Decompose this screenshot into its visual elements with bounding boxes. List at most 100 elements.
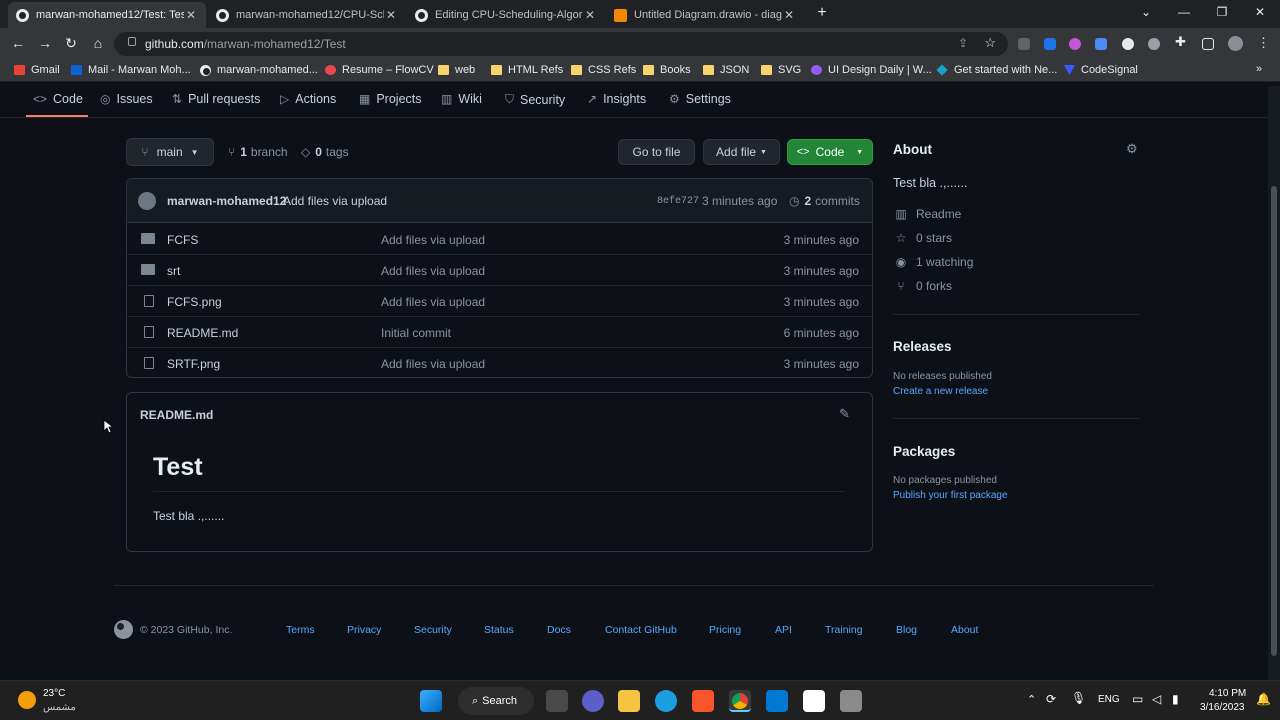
publish-package-link[interactable]: Publish your first package [893, 490, 1008, 501]
tab-projects[interactable]: ▦ Projects [359, 92, 422, 106]
scrollbar-thumb[interactable] [1271, 186, 1277, 656]
close-icon[interactable]: ✕ [384, 8, 398, 22]
bookmark-mail[interactable]: Mail - Marwan Moh... [71, 64, 191, 76]
tab-code[interactable]: <> Code [33, 92, 83, 106]
extension-icon[interactable] [1018, 38, 1030, 50]
github-logo-icon[interactable] [114, 620, 133, 639]
file-commit-message[interactable]: Initial commit [381, 326, 451, 340]
maximize-button[interactable]: ❐ [1212, 5, 1232, 19]
file-commit-message[interactable]: Add files via upload [381, 264, 485, 278]
bookmark-star-icon[interactable]: ☆ [984, 35, 996, 51]
new-tab-button[interactable]: + [812, 4, 832, 22]
minimize-button[interactable]: — [1174, 5, 1194, 19]
table-row[interactable]: srt Add files via upload 3 minutes ago [127, 255, 872, 286]
bookmark-folder-svg[interactable]: SVG [761, 64, 801, 76]
browser-tab-3[interactable]: Editing CPU-Scheduling-Algorith ✕ [407, 2, 605, 28]
file-name[interactable]: SRTF.png [167, 357, 220, 371]
home-icon[interactable]: ⌂ [89, 35, 107, 51]
extension-icon[interactable] [1148, 38, 1160, 50]
footer-link-privacy[interactable]: Privacy [347, 624, 381, 636]
translate-icon[interactable] [1095, 38, 1107, 50]
tab-issues[interactable]: ◎ Issues [100, 92, 153, 106]
packages-title[interactable]: Packages [893, 444, 955, 459]
footer-link-training[interactable]: Training [825, 624, 863, 636]
more-bookmarks-icon[interactable]: » [1256, 63, 1262, 75]
gear-icon[interactable]: ⚙ [1126, 141, 1138, 157]
code-button[interactable]: <> Code ▼ [787, 139, 873, 165]
branches-link[interactable]: ⑂ 1 branch [228, 145, 288, 159]
tab-actions[interactable]: ▷ Actions [280, 92, 336, 106]
clock-time[interactable]: 4:10 PM [1209, 688, 1246, 699]
commit-author[interactable]: marwan-mohamed12 [167, 194, 286, 208]
table-row[interactable]: FCFS Add files via upload 3 minutes ago [127, 224, 872, 255]
file-name[interactable]: README.md [167, 326, 238, 340]
chevron-up-icon[interactable]: ⌃ [1027, 693, 1036, 706]
share-icon[interactable]: ⇪ [958, 36, 968, 50]
language-indicator[interactable]: ENG [1098, 694, 1120, 705]
readme-link[interactable]: ▥ Readme [893, 207, 961, 221]
vscode-icon[interactable] [766, 690, 788, 712]
reload-icon[interactable]: ↻ [62, 35, 80, 52]
forward-icon[interactable]: → [36, 35, 54, 51]
address-bar[interactable]: github.com/marwan-mohamed12/Test ⇪ ☆ [114, 32, 1008, 56]
tags-link[interactable]: ◇ 0 tags [301, 145, 349, 159]
tab-settings[interactable]: ⚙ Settings [669, 92, 731, 106]
table-row[interactable]: README.md Initial commit 6 minutes ago [127, 317, 872, 348]
table-row[interactable]: SRTF.png Add files via upload 3 minutes … [127, 348, 872, 379]
notion-icon[interactable] [803, 690, 825, 712]
add-file-button[interactable]: Add file ▼ [703, 139, 780, 165]
brave-icon[interactable] [692, 690, 714, 712]
file-name[interactable]: FCFS.png [167, 295, 222, 309]
footer-link-api[interactable]: API [775, 624, 792, 636]
watching-link[interactable]: ◉ 1 watching [893, 255, 974, 269]
extension-icon[interactable] [1044, 38, 1056, 50]
commit-message[interactable]: Add files via upload [283, 194, 387, 208]
windows-start-icon[interactable] [420, 690, 442, 712]
taskbar-search[interactable]: ⌕ Search [458, 687, 534, 715]
task-view-icon[interactable] [546, 690, 568, 712]
close-window-button[interactable]: ✕ [1250, 5, 1270, 19]
browser-tab-1[interactable]: marwan-mohamed12/Test: Test b ✕ [8, 2, 206, 28]
file-commit-message[interactable]: Add files via upload [381, 357, 485, 371]
footer-link-docs[interactable]: Docs [547, 624, 571, 636]
footer-link-pricing[interactable]: Pricing [709, 624, 741, 636]
pencil-icon[interactable]: ✎ [839, 406, 850, 422]
commits-link[interactable]: ◷ 2 commits [789, 194, 860, 208]
commit-sha[interactable]: 8efe727 [657, 196, 699, 207]
bookmark-gmail[interactable]: Gmail [14, 64, 60, 76]
volume-icon[interactable]: ◁ [1152, 692, 1161, 706]
bookmark-folder-json[interactable]: JSON [703, 64, 749, 76]
extension-icon[interactable] [1122, 38, 1134, 50]
tab-insights[interactable]: ↗ Insights [587, 92, 646, 106]
table-row[interactable]: FCFS.png Add files via upload 3 minutes … [127, 286, 872, 317]
footer-link-security[interactable]: Security [414, 624, 452, 636]
tab-pull-requests[interactable]: ⇅ Pull requests [172, 92, 260, 106]
battery-icon[interactable]: ▮ [1172, 692, 1179, 706]
bookmark-folder-web[interactable]: web [438, 64, 475, 76]
scrollbar[interactable] [1268, 86, 1280, 680]
stars-link[interactable]: ☆ 0 stars [893, 231, 952, 245]
tab-wiki[interactable]: ▥ Wiki [441, 92, 482, 106]
bookmark-codesignal[interactable]: CodeSignal [1064, 64, 1138, 76]
weather-temp[interactable]: 23°C [43, 688, 65, 699]
close-icon[interactable]: ✕ [184, 8, 198, 22]
branch-select-button[interactable]: ⑂ main ▼ [126, 138, 214, 166]
releases-title[interactable]: Releases [893, 339, 952, 354]
close-icon[interactable]: ✕ [583, 8, 597, 22]
footer-link-status[interactable]: Status [484, 624, 514, 636]
avatar[interactable] [1228, 36, 1243, 51]
bookmark-github[interactable]: marwan-mohamed... [200, 64, 318, 76]
browser-tab-2[interactable]: marwan-mohamed12/CPU-Sche ✕ [208, 2, 406, 28]
bookmark-neo[interactable]: Get started with Ne... [936, 64, 1057, 76]
sync-icon[interactable]: ⟳ [1046, 692, 1056, 706]
footer-link-terms[interactable]: Terms [286, 624, 315, 636]
close-icon[interactable]: ✕ [782, 8, 796, 22]
footer-link-blog[interactable]: Blog [896, 624, 917, 636]
tab-security[interactable]: ⛉ Security [505, 92, 565, 107]
create-release-link[interactable]: Create a new release [893, 386, 988, 397]
avatar[interactable] [138, 192, 156, 210]
extension-icon[interactable] [1069, 38, 1081, 50]
file-name[interactable]: srt [167, 264, 180, 278]
notification-icon[interactable]: 🔔 [1256, 692, 1271, 706]
bookmark-folder-css[interactable]: CSS Refs [571, 64, 636, 76]
